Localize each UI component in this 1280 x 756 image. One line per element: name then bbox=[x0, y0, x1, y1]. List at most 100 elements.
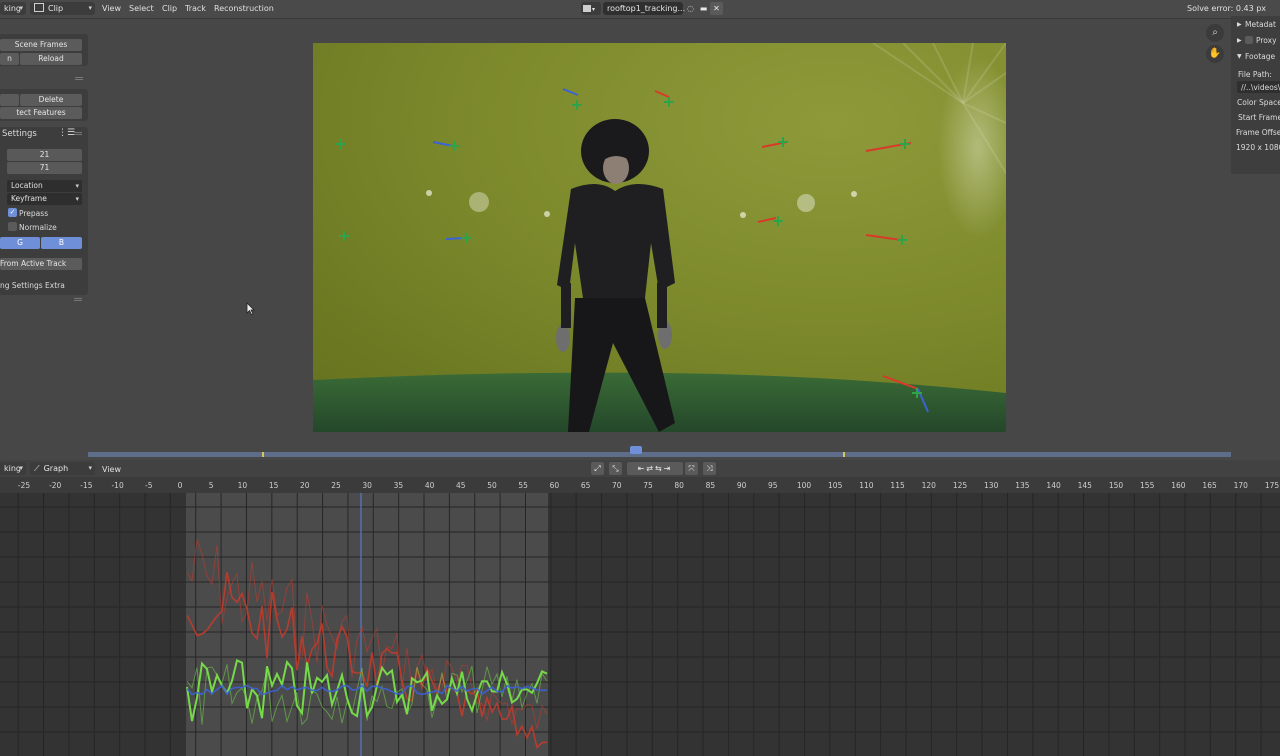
expand-arrow-icon[interactable]: ▶ bbox=[1237, 37, 1242, 44]
chevron-down-icon: ▾ bbox=[592, 6, 596, 13]
editor-type-dropdown[interactable]: Clip ▾ bbox=[30, 2, 95, 15]
proxy-checkbox[interactable] bbox=[1245, 36, 1253, 44]
movie-clip-icon bbox=[583, 5, 591, 12]
menu-reconstruction[interactable]: Reconstruction bbox=[214, 3, 274, 15]
frame-tick-label: 135 bbox=[1015, 481, 1030, 490]
clip-viewer[interactable] bbox=[313, 43, 1006, 432]
expand-arrow-icon[interactable]: ▶ bbox=[1237, 21, 1242, 28]
track-marker[interactable] bbox=[449, 141, 459, 151]
prepass-checkbox[interactable]: ✓ bbox=[8, 208, 17, 217]
menu-clip[interactable]: Clip bbox=[162, 3, 177, 15]
pan-hand-icon[interactable]: ✋ bbox=[1206, 45, 1224, 63]
clip-editor-icon bbox=[34, 3, 44, 12]
zoom-icon[interactable]: ⌕ bbox=[1206, 24, 1224, 42]
pattern-size-field[interactable]: 21 bbox=[7, 149, 82, 161]
match-select[interactable]: Keyframe ▾ bbox=[7, 193, 82, 205]
track-marker[interactable] bbox=[773, 216, 783, 226]
frame-tick-label: 130 bbox=[984, 481, 999, 490]
match-value: Keyframe bbox=[11, 194, 47, 203]
show-disabled-icon[interactable]: ⤡ bbox=[609, 462, 622, 475]
panel-grip[interactable] bbox=[74, 132, 82, 133]
workspace-dropdown[interactable]: king ▾ bbox=[0, 2, 26, 15]
close-icon[interactable]: ✕ bbox=[710, 2, 723, 15]
frame-tick-label: 65 bbox=[580, 481, 591, 490]
collapse-arrow-icon[interactable]: ▼ bbox=[1237, 53, 1242, 60]
frame-tick-label: 40 bbox=[424, 481, 435, 490]
proxy-panel-header[interactable]: Proxy bbox=[1256, 36, 1277, 45]
track-marker[interactable] bbox=[900, 139, 910, 149]
resolution-readout: 1920 x 1080 bbox=[1236, 143, 1280, 152]
motion-model-select[interactable]: Location ▾ bbox=[7, 180, 82, 192]
frame-tick-label: 80 bbox=[674, 481, 684, 490]
frame-tick-label: 100 bbox=[796, 481, 812, 490]
normalize-label: Normalize bbox=[19, 223, 57, 232]
channel-filter-icons[interactable]: ⇤⇄⇆⇥ bbox=[627, 462, 683, 475]
color-space-label: Color Space bbox=[1237, 98, 1280, 107]
frame-tick-label: 165 bbox=[1202, 481, 1217, 490]
graph-menu-view[interactable]: View bbox=[102, 464, 121, 476]
frame-tick-label: 35 bbox=[393, 481, 404, 490]
frame-tick-label: 105 bbox=[828, 481, 843, 490]
metadata-panel-header[interactable]: Metadat bbox=[1245, 20, 1276, 29]
normalize-checkbox[interactable] bbox=[8, 222, 17, 231]
graph-view-dropdown[interactable]: ⟋ Graph ▾ bbox=[30, 462, 95, 475]
workspace-label: king bbox=[4, 4, 22, 13]
fake-user-shield-icon[interactable]: ◌ bbox=[684, 2, 697, 15]
menu-view[interactable]: View bbox=[102, 3, 121, 15]
clip-name-field[interactable]: rooftop1_tracking... bbox=[603, 2, 685, 15]
menu-track[interactable]: Track bbox=[185, 3, 206, 15]
menu-select[interactable]: Select bbox=[129, 3, 154, 15]
channel-b-toggle[interactable]: B bbox=[41, 237, 82, 249]
frame-tick-label: 75 bbox=[643, 481, 653, 490]
frame-ruler[interactable]: -25 -20 -15 -10 -5 0 5 10 15 20 25 30 35 40 45 50 55 60 65… bbox=[0, 477, 1280, 493]
track-marker[interactable] bbox=[461, 233, 471, 243]
tracking-settings-title[interactable]: Settings bbox=[2, 129, 37, 139]
frame-tick-label: -10 bbox=[111, 481, 124, 490]
reload-button[interactable]: Reload bbox=[20, 53, 82, 65]
frame-tick-label: -25 bbox=[17, 481, 31, 490]
file-path-value: //..\videos\ bbox=[1241, 83, 1280, 92]
frame-tick-label: 10 bbox=[237, 481, 248, 490]
search-size-field[interactable]: 71 bbox=[7, 162, 82, 174]
frame-tick-label: 110 bbox=[859, 481, 874, 490]
chevron-down-icon: ▾ bbox=[88, 4, 92, 12]
copy-from-active-track-button[interactable]: From Active Track bbox=[0, 258, 82, 270]
track-marker[interactable] bbox=[572, 100, 582, 110]
mouse-cursor-icon bbox=[246, 302, 255, 315]
clip-timeline-bar[interactable] bbox=[88, 452, 1231, 457]
bokeh-light bbox=[469, 192, 489, 212]
start-frame-label: Start Frame bbox=[1238, 113, 1280, 122]
frame-tick-label: 25 bbox=[331, 481, 341, 490]
frame-all-icon[interactable]: ⤧ bbox=[685, 462, 698, 475]
footage-panel-header[interactable]: Footage bbox=[1245, 52, 1275, 61]
view-selected-icon[interactable]: ⤨ bbox=[703, 462, 716, 475]
panel-grip[interactable] bbox=[74, 298, 82, 299]
channel-g-toggle[interactable]: G bbox=[0, 237, 40, 249]
graph-mode-dropdown[interactable]: king ▾ bbox=[0, 462, 26, 475]
open-folder-icon[interactable]: ▬ bbox=[697, 2, 710, 15]
track-marker[interactable] bbox=[339, 231, 349, 241]
clip-browse-dropdown[interactable]: ▾ bbox=[581, 2, 601, 15]
delete-button[interactable]: Delete bbox=[20, 94, 82, 106]
frame-tick-label: 115 bbox=[890, 481, 905, 490]
track-marker[interactable] bbox=[336, 139, 346, 149]
tracking-settings-extra-subpanel[interactable]: ng Settings Extra bbox=[0, 281, 65, 290]
detect-features-button[interactable]: tect Features bbox=[0, 107, 82, 119]
frame-tick-label: 160 bbox=[1171, 481, 1186, 490]
chevron-down-icon: ▾ bbox=[75, 195, 79, 203]
panel-grip[interactable] bbox=[75, 77, 83, 78]
keyframe-marker bbox=[262, 452, 264, 457]
tracking-graph[interactable] bbox=[0, 493, 1280, 756]
clip-action-button[interactable]: n bbox=[0, 53, 19, 65]
add-marker-button[interactable] bbox=[0, 94, 19, 106]
list-icon[interactable]: ⋮☰ bbox=[58, 128, 75, 138]
frame-tick-label: 150 bbox=[1108, 481, 1124, 490]
track-marker[interactable] bbox=[664, 97, 674, 107]
track-marker[interactable] bbox=[897, 235, 907, 245]
scene-frames-button[interactable]: Scene Frames bbox=[0, 39, 82, 51]
show-path-icon[interactable]: ⤢ bbox=[591, 462, 604, 475]
track-marker[interactable] bbox=[912, 388, 922, 398]
track-marker[interactable] bbox=[778, 137, 788, 147]
file-path-field[interactable]: //..\videos\ bbox=[1237, 81, 1280, 93]
playhead-handle[interactable] bbox=[630, 446, 642, 454]
